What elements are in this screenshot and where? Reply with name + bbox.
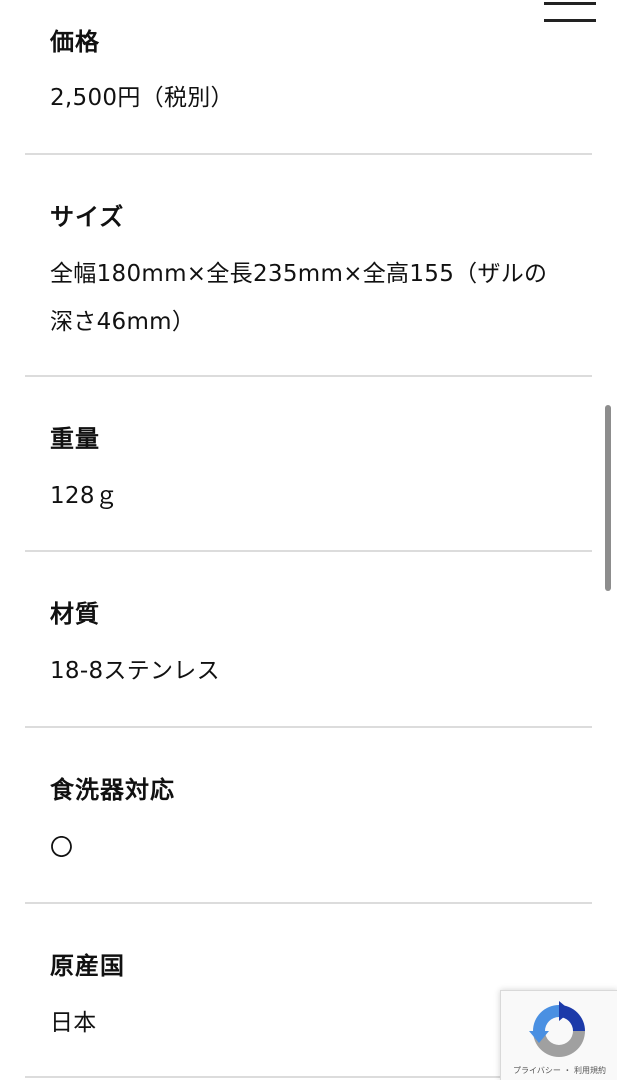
divider	[25, 550, 592, 552]
spec-value-origin: 日本	[50, 1010, 97, 1036]
spec-label-size: サイズ	[50, 203, 125, 231]
divider	[25, 153, 592, 155]
spec-label-origin: 原産国	[50, 952, 125, 980]
spec-label-price: 価格	[50, 28, 100, 56]
hamburger-menu-icon	[544, 2, 596, 5]
divider	[25, 726, 592, 728]
spec-label-weight: 重量	[50, 425, 100, 453]
hamburger-menu-button[interactable]	[540, 0, 600, 28]
recaptcha-links: プライバシー ・ 利用規約	[501, 1065, 617, 1076]
recaptcha-privacy-link[interactable]: プライバシー	[513, 1066, 561, 1075]
recaptcha-separator: ・	[563, 1066, 572, 1075]
product-spec-page: 価格 2,500円（税別） サイズ 全幅180mm×全長235mm×全高155（…	[0, 0, 617, 1080]
recaptcha-logo-icon	[529, 1001, 585, 1057]
spec-value-price: 2,500円（税別）	[50, 85, 234, 111]
recaptcha-terms-link[interactable]: 利用規約	[574, 1066, 606, 1075]
spec-label-material: 材質	[50, 600, 100, 628]
spec-value-weight: 128ｇ	[50, 483, 119, 509]
hamburger-menu-icon-bar	[544, 19, 596, 22]
spec-value-material: 18-8ステンレス	[50, 658, 220, 684]
divider	[25, 375, 592, 377]
scrollbar-thumb[interactable]	[605, 405, 611, 591]
recaptcha-badge[interactable]: プライバシー ・ 利用規約	[500, 990, 617, 1080]
spec-value-dishwasher: 〇	[50, 835, 74, 861]
divider	[25, 902, 592, 904]
spec-label-dishwasher: 食洗器対応	[50, 776, 175, 804]
spec-value-size: 全幅180mm×全長235mm×全高155（ザルの深さ46mm）	[50, 261, 548, 335]
